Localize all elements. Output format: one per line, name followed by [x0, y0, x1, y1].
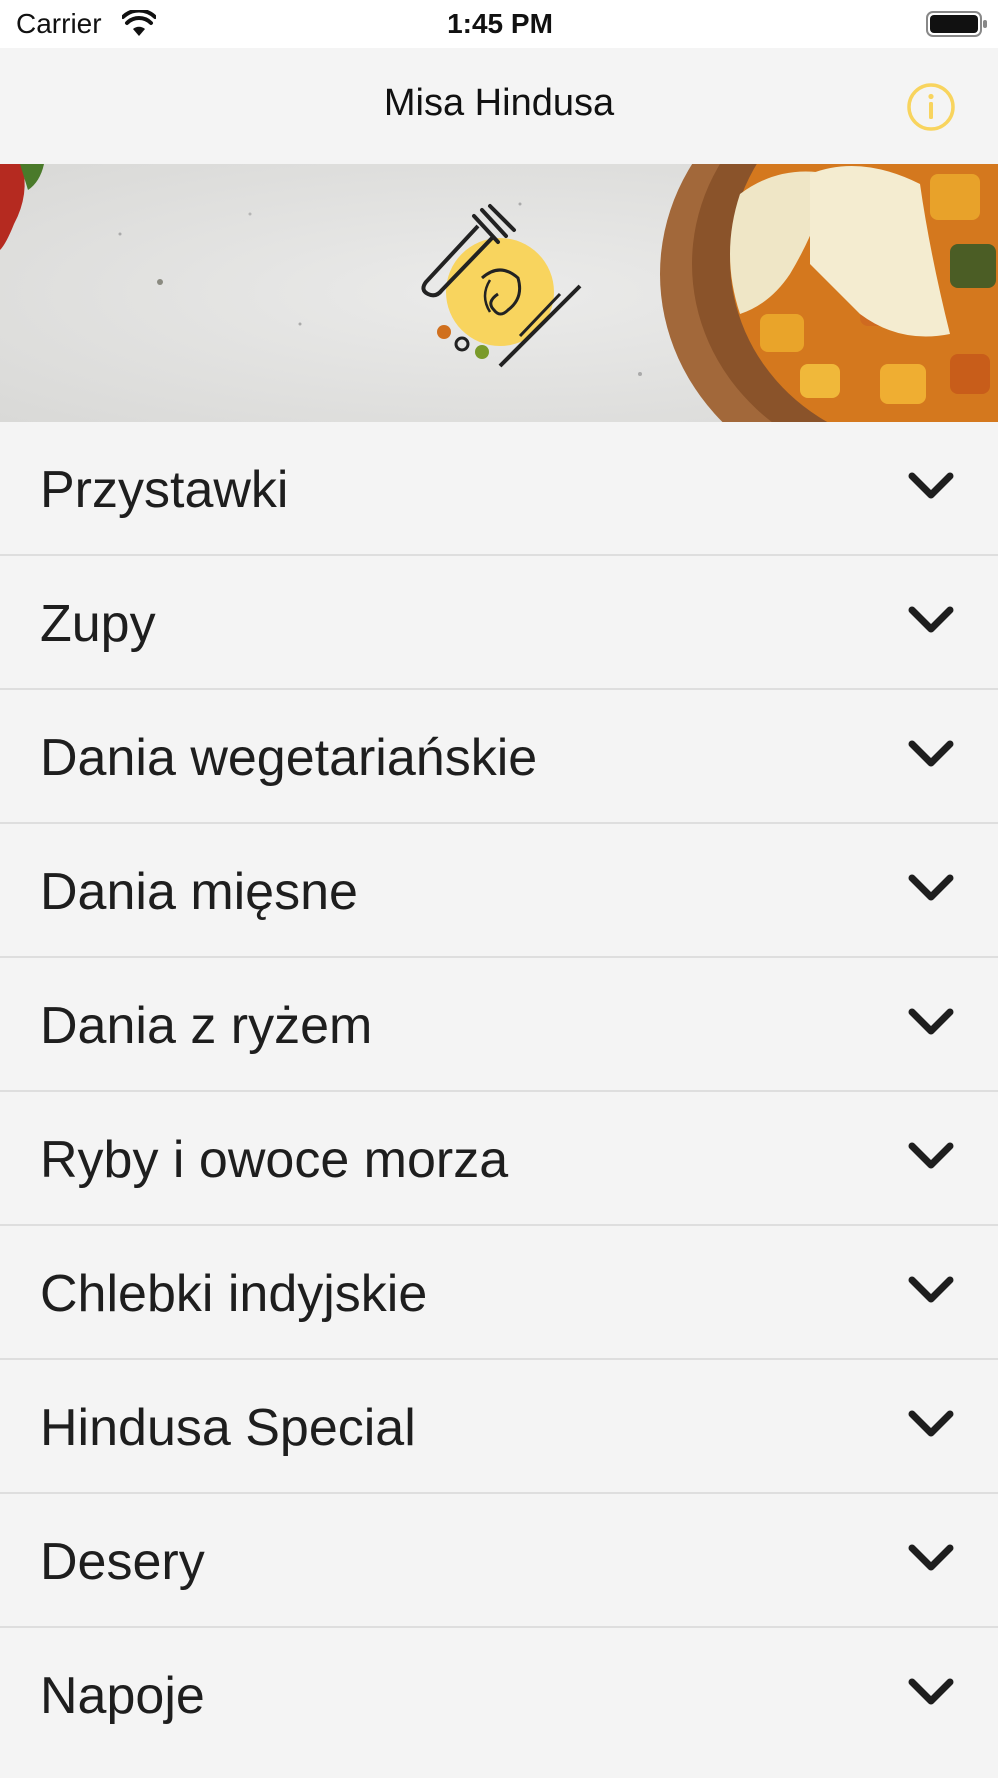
chevron-down-icon [908, 1410, 954, 1437]
chevron-down-icon [908, 1142, 954, 1169]
menu-category-label: Dania mięsne [40, 863, 358, 921]
chevron-down-icon [908, 472, 954, 499]
info-icon[interactable] [906, 82, 956, 132]
menu-category-list: Przystawki Zupy Dania wegetariańskie Dan… [0, 422, 998, 1762]
menu-category-label: Desery [40, 1533, 205, 1591]
menu-category-row[interactable]: Dania z ryżem [0, 958, 998, 1092]
app-root: Carrier 1:45 PM Misa Hindusa Przystawki … [0, 0, 1000, 1778]
menu-category-row[interactable]: Napoje [0, 1628, 998, 1762]
menu-category-row[interactable]: Desery [0, 1494, 998, 1628]
chevron-down-icon [908, 1008, 954, 1035]
menu-category-label: Ryby i owoce morza [40, 1131, 509, 1189]
banner-art [0, 164, 998, 422]
menu-category-row[interactable]: Przystawki [0, 422, 998, 556]
menu-category-label: Napoje [40, 1667, 205, 1725]
menu-category-label: Przystawki [40, 461, 289, 519]
battery-icon [926, 11, 987, 37]
nav-bar: Misa Hindusa [0, 48, 998, 164]
page-title: Misa Hindusa [383, 82, 615, 124]
chevron-down-icon [908, 874, 954, 901]
menu-category-row[interactable]: Dania wegetariańskie [0, 690, 998, 824]
menu-category-label: Zupy [40, 595, 156, 653]
chevron-down-icon [908, 1276, 954, 1303]
menu-category-label: Dania wegetariańskie [40, 729, 538, 787]
menu-category-row[interactable]: Hindusa Special [0, 1360, 998, 1494]
screen: Carrier 1:45 PM Misa Hindusa Przystawki … [0, 0, 1000, 1778]
chevron-down-icon [908, 1678, 954, 1705]
menu-category-row[interactable]: Chlebki indyjskie [0, 1226, 998, 1360]
chevron-down-icon [908, 1544, 954, 1571]
menu-category-row[interactable]: Zupy [0, 556, 998, 690]
menu-category-label: Chlebki indyjskie [40, 1265, 428, 1323]
menu-category-row[interactable]: Ryby i owoce morza [0, 1092, 998, 1226]
menu-category-label: Dania z ryżem [40, 997, 373, 1055]
header-banner-image [0, 164, 998, 422]
status-bar: Carrier 1:45 PM [0, 0, 1000, 48]
chevron-down-icon [908, 606, 954, 633]
menu-category-row[interactable]: Dania mięsne [0, 824, 998, 958]
menu-category-label: Hindusa Special [40, 1399, 416, 1457]
chevron-down-icon [908, 740, 954, 767]
status-time: 1:45 PM [447, 8, 553, 39]
